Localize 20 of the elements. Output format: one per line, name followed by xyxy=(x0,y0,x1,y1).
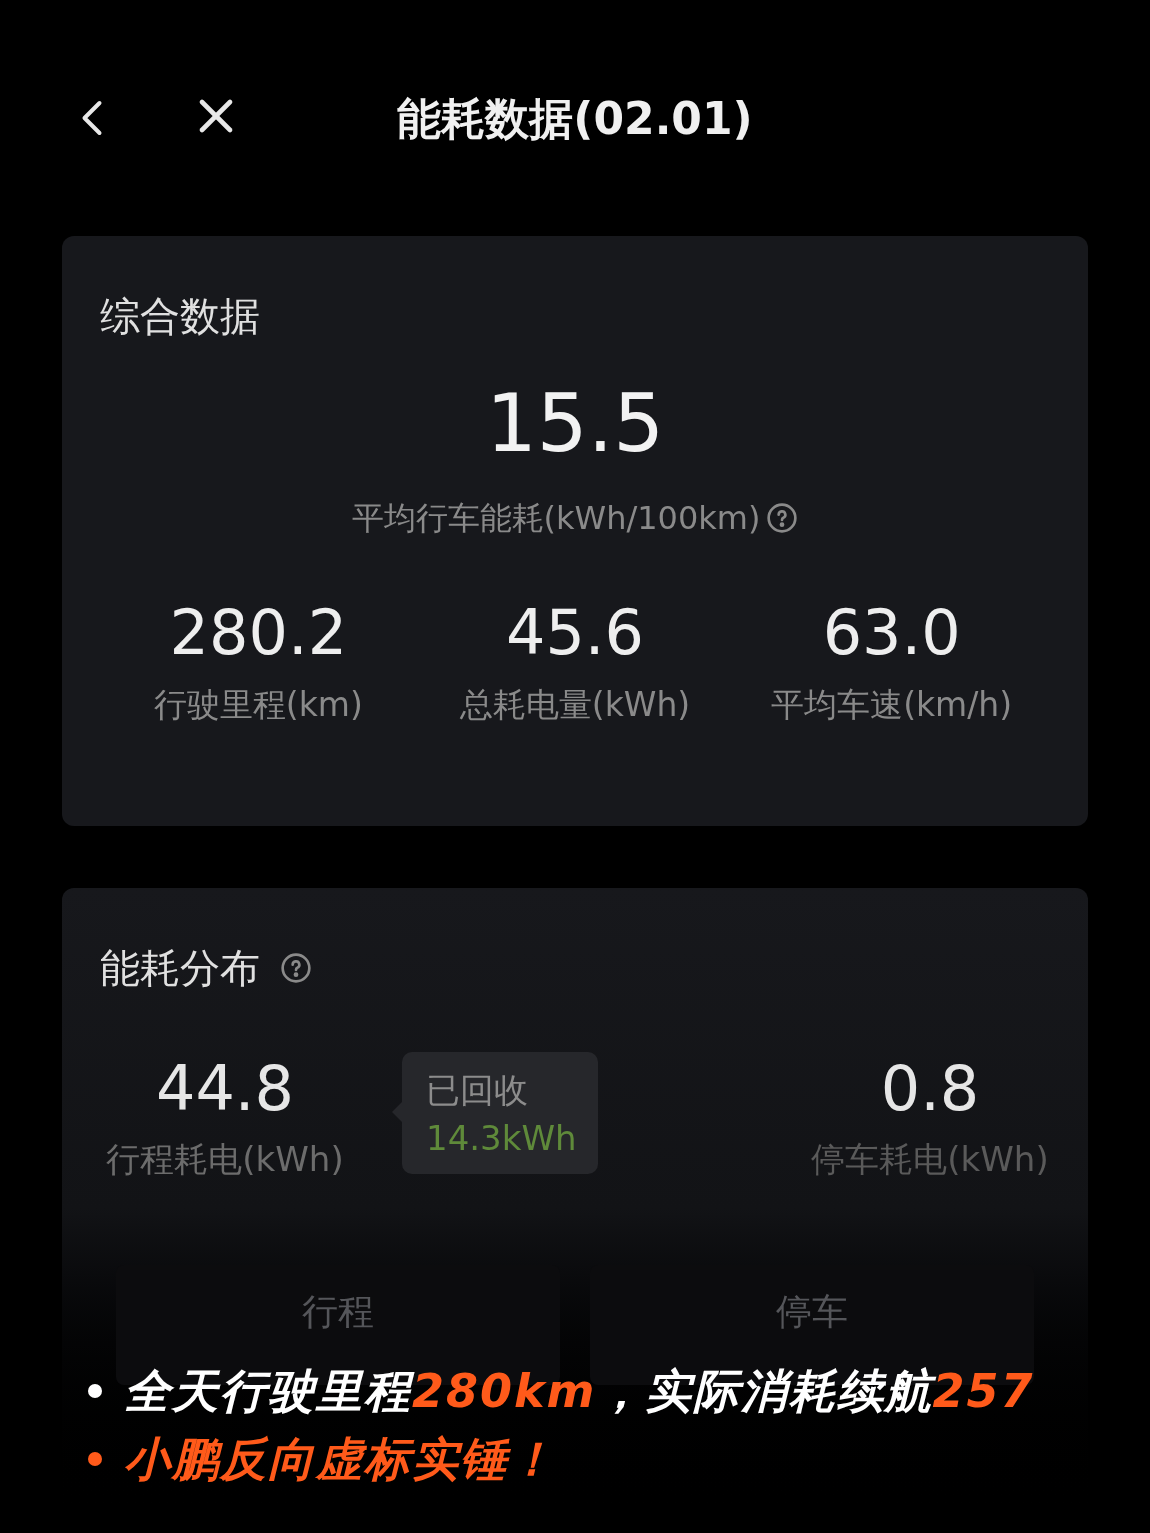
parking-label: 停车耗电(kWh) xyxy=(811,1138,1049,1181)
stat-value: 280.2 xyxy=(169,602,348,664)
recovered-value: 14.3kWh xyxy=(426,1117,574,1160)
trip-value: 44.8 xyxy=(155,1058,294,1120)
average-label: 平均行车能耗(kWh/100km) xyxy=(351,498,761,539)
stat-label: 平均车速(km/h) xyxy=(771,684,1013,726)
card-title: 能耗分布 xyxy=(100,948,260,988)
stat-label: 总耗电量(kWh) xyxy=(459,684,691,726)
caption-text: 小鹏反向虚标实锤！ xyxy=(124,1431,556,1488)
average-value: 15.5 xyxy=(485,384,665,464)
recovered-label: 已回收 xyxy=(426,1069,529,1112)
help-icon[interactable] xyxy=(280,952,312,984)
stat-value: 63.0 xyxy=(822,602,961,664)
parking-value: 0.8 xyxy=(880,1058,980,1120)
stat-label: 行驶里程(km) xyxy=(153,684,363,726)
stat-value: 45.6 xyxy=(505,602,644,664)
help-icon[interactable] xyxy=(766,502,799,534)
card-title: 综合数据 xyxy=(100,296,260,336)
page-title: 能耗数据(02.01) xyxy=(397,92,753,146)
trip-label: 行程耗电(kWh) xyxy=(106,1138,344,1181)
